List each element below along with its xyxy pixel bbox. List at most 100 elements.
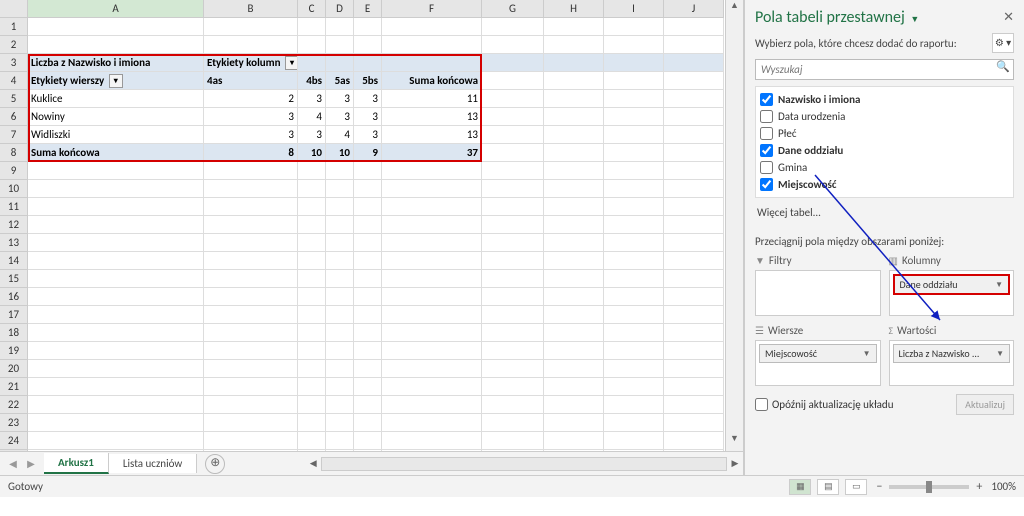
tab-next-icon[interactable]: ▶ bbox=[24, 457, 38, 471]
zoom-level[interactable]: 100% bbox=[991, 480, 1016, 493]
cell[interactable] bbox=[664, 162, 724, 180]
cell[interactable] bbox=[604, 288, 664, 306]
row-header-23[interactable]: 23 bbox=[0, 414, 27, 432]
field-checkbox[interactable] bbox=[760, 110, 773, 123]
cell[interactable] bbox=[604, 198, 664, 216]
cell[interactable] bbox=[664, 234, 724, 252]
cell[interactable] bbox=[204, 342, 298, 360]
cell[interactable] bbox=[382, 270, 482, 288]
cell[interactable] bbox=[326, 432, 354, 450]
cell[interactable]: 10 bbox=[326, 144, 354, 162]
col-header-G[interactable]: G bbox=[482, 0, 544, 17]
row-header-12[interactable]: 12 bbox=[0, 216, 27, 234]
cell[interactable]: 8 bbox=[204, 144, 298, 162]
field-checkbox[interactable] bbox=[760, 127, 773, 140]
cell[interactable]: Etykiety wierszy ▾ bbox=[28, 72, 204, 90]
cell[interactable]: 3 bbox=[326, 108, 354, 126]
cell[interactable] bbox=[604, 36, 664, 54]
row-header-11[interactable]: 11 bbox=[0, 198, 27, 216]
cell[interactable]: 3 bbox=[354, 90, 382, 108]
cell[interactable] bbox=[482, 450, 544, 451]
cell[interactable] bbox=[544, 108, 604, 126]
cell[interactable] bbox=[326, 378, 354, 396]
cell[interactable] bbox=[354, 234, 382, 252]
cell[interactable] bbox=[482, 306, 544, 324]
field-search[interactable]: 🔍 bbox=[755, 59, 1014, 80]
cell[interactable] bbox=[354, 180, 382, 198]
cell[interactable] bbox=[298, 180, 326, 198]
vertical-scrollbar[interactable]: ▲ ▼ bbox=[725, 0, 743, 451]
cell[interactable]: 3 bbox=[354, 108, 382, 126]
cell[interactable] bbox=[482, 72, 544, 90]
cell[interactable] bbox=[604, 306, 664, 324]
cell[interactable] bbox=[204, 432, 298, 450]
cell[interactable]: 13 bbox=[382, 108, 482, 126]
cell[interactable] bbox=[204, 252, 298, 270]
cell[interactable] bbox=[604, 72, 664, 90]
col-header-F[interactable]: F bbox=[382, 0, 482, 17]
cell[interactable] bbox=[298, 216, 326, 234]
cell[interactable] bbox=[664, 450, 724, 451]
field-checkbox[interactable] bbox=[760, 144, 773, 157]
cell[interactable] bbox=[482, 414, 544, 432]
cell[interactable] bbox=[544, 162, 604, 180]
col-header-B[interactable]: B bbox=[204, 0, 298, 17]
cell[interactable] bbox=[382, 306, 482, 324]
cell[interactable] bbox=[28, 378, 204, 396]
cell[interactable] bbox=[604, 126, 664, 144]
cell[interactable] bbox=[382, 18, 482, 36]
cell[interactable] bbox=[482, 342, 544, 360]
cell[interactable] bbox=[604, 18, 664, 36]
cell[interactable] bbox=[354, 54, 382, 72]
horizontal-scrollbar[interactable] bbox=[321, 457, 727, 471]
sheet-tab-active[interactable]: Arkusz1 bbox=[44, 453, 109, 474]
cell[interactable] bbox=[298, 450, 326, 451]
cell[interactable] bbox=[664, 36, 724, 54]
cell[interactable] bbox=[482, 432, 544, 450]
cell[interactable] bbox=[204, 198, 298, 216]
cell[interactable] bbox=[544, 306, 604, 324]
cell[interactable] bbox=[604, 216, 664, 234]
cell[interactable] bbox=[326, 270, 354, 288]
cell[interactable] bbox=[326, 414, 354, 432]
row-header-3[interactable]: 3 bbox=[0, 54, 27, 72]
col-dropdown-icon[interactable]: ▾ bbox=[285, 56, 298, 70]
col-header-E[interactable]: E bbox=[354, 0, 382, 17]
area-rows[interactable]: Miejscowość▼ bbox=[755, 340, 881, 386]
cell[interactable]: 10 bbox=[298, 144, 326, 162]
cell[interactable] bbox=[354, 18, 382, 36]
cell[interactable] bbox=[482, 252, 544, 270]
row-header-10[interactable]: 10 bbox=[0, 180, 27, 198]
cell[interactable] bbox=[326, 54, 354, 72]
cell[interactable] bbox=[28, 414, 204, 432]
cell[interactable] bbox=[354, 360, 382, 378]
cell[interactable] bbox=[382, 288, 482, 306]
search-input[interactable] bbox=[756, 60, 993, 79]
cell[interactable] bbox=[544, 432, 604, 450]
select-all-corner[interactable] bbox=[0, 0, 28, 18]
cell[interactable]: Etykiety kolumn ▾ bbox=[204, 54, 298, 72]
cell[interactable] bbox=[204, 288, 298, 306]
cell[interactable] bbox=[204, 180, 298, 198]
field-item[interactable]: Miejscowość bbox=[760, 176, 1009, 193]
cell[interactable] bbox=[604, 450, 664, 451]
sheet-tab-other[interactable]: Lista uczniów bbox=[109, 454, 197, 473]
cell[interactable] bbox=[382, 360, 482, 378]
cell[interactable] bbox=[204, 162, 298, 180]
cell[interactable] bbox=[326, 216, 354, 234]
close-icon[interactable]: ✕ bbox=[1003, 10, 1014, 25]
cell[interactable] bbox=[298, 396, 326, 414]
view-break-button[interactable]: ▭ bbox=[845, 479, 867, 495]
cell[interactable] bbox=[544, 18, 604, 36]
cell[interactable]: Liczba z Nazwisko i imiona bbox=[28, 54, 204, 72]
cell[interactable] bbox=[604, 252, 664, 270]
defer-checkbox[interactable]: Opóźnij aktualizację układu bbox=[755, 398, 894, 411]
cell[interactable] bbox=[664, 144, 724, 162]
cell[interactable] bbox=[604, 360, 664, 378]
cell[interactable] bbox=[382, 216, 482, 234]
cell[interactable] bbox=[382, 414, 482, 432]
cell[interactable] bbox=[604, 162, 664, 180]
hscroll-right-icon[interactable]: ▶ bbox=[727, 458, 743, 469]
cell[interactable] bbox=[382, 342, 482, 360]
cell[interactable] bbox=[664, 252, 724, 270]
